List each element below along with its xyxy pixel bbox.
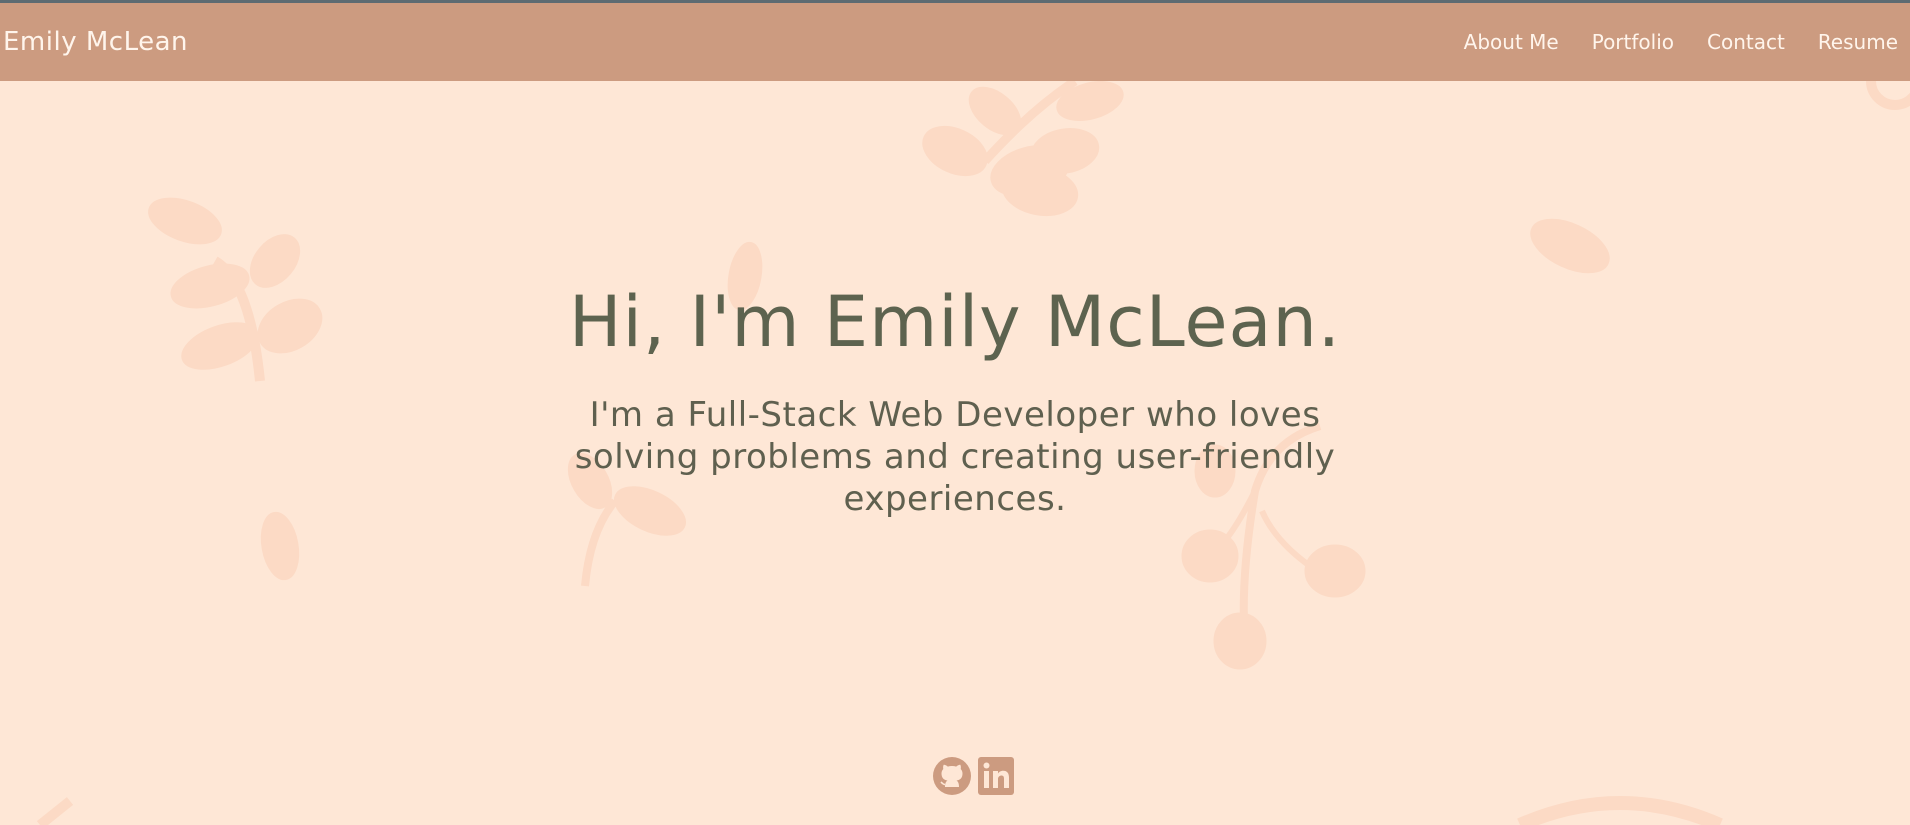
github-link[interactable] <box>932 756 972 796</box>
linkedin-icon <box>978 757 1014 795</box>
social-links <box>932 756 1016 796</box>
nav-links: About Me Portfolio Contact Resume <box>1431 30 1910 54</box>
nav-resume[interactable]: Resume <box>1818 30 1898 54</box>
nav-about-me[interactable]: About Me <box>1464 30 1559 54</box>
nav-contact[interactable]: Contact <box>1707 30 1785 54</box>
hero-tagline: I'm a Full-Stack Web Developer who loves… <box>574 395 1336 519</box>
hero-heading: Hi, I'm Emily McLean. <box>568 281 1342 363</box>
linkedin-link[interactable] <box>976 756 1016 796</box>
github-icon <box>933 757 971 795</box>
hero-section: Hi, I'm Emily McLean. I'm a Full-Stack W… <box>0 280 1910 520</box>
brand-link[interactable]: Emily McLean <box>0 27 188 57</box>
nav-portfolio[interactable]: Portfolio <box>1592 30 1674 54</box>
navbar: Emily McLean About Me Portfolio Contact … <box>0 3 1910 81</box>
